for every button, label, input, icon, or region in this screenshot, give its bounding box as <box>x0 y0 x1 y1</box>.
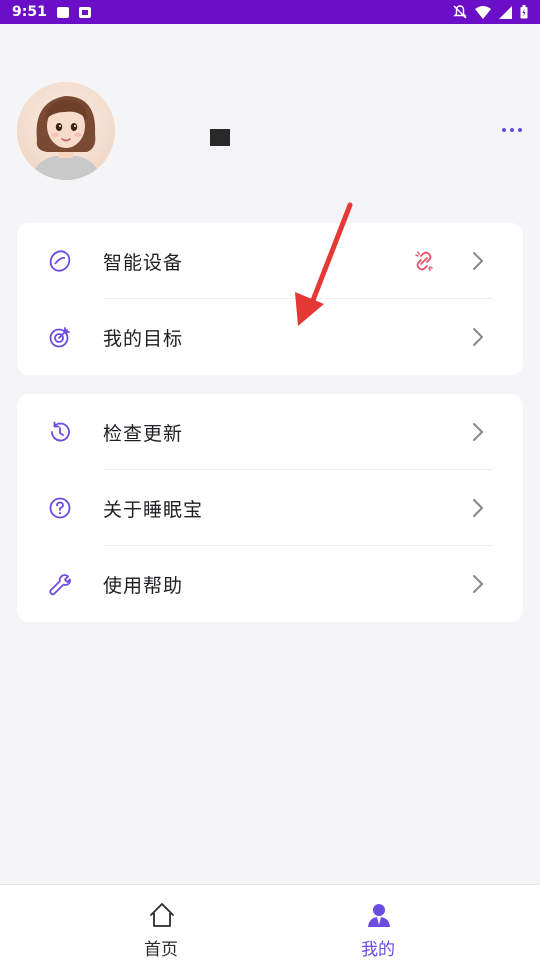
ring-device-icon <box>49 250 71 272</box>
status-bar: 9:51 <box>0 0 540 24</box>
target-icon <box>49 327 70 348</box>
menu-item-check-update[interactable]: 检查更新 <box>17 394 523 470</box>
link-broken-icon <box>415 251 433 271</box>
bottom-nav: 首页 我的 <box>0 884 540 960</box>
app-notification-icon <box>78 6 91 18</box>
tab-mine[interactable]: 我的 <box>318 885 438 960</box>
dot-icon <box>502 128 506 132</box>
menu-item-smart-device[interactable]: 智能设备 <box>17 223 523 299</box>
mute-icon <box>453 5 467 19</box>
avatar[interactable] <box>17 82 115 180</box>
gallery-notification-icon <box>56 6 69 18</box>
menu-item-label: 使用帮助 <box>103 574 184 597</box>
tab-home-label: 首页 <box>144 940 178 960</box>
dot-icon <box>510 128 514 132</box>
menu-item-label: 关于睡眠宝 <box>103 498 204 521</box>
profile-header <box>0 24 540 214</box>
tab-home[interactable]: 首页 <box>101 885 221 960</box>
wrench-icon <box>49 574 71 596</box>
menu-card-devices: 智能设备 我的目标 <box>17 223 523 375</box>
menu-item-label: 我的目标 <box>103 327 184 350</box>
menu-item-label: 检查更新 <box>103 422 184 445</box>
user-icon <box>368 904 390 927</box>
status-time: 9:51 <box>12 4 47 20</box>
chevron-right-icon <box>473 328 483 346</box>
menu-item-help[interactable]: 使用帮助 <box>17 546 523 622</box>
chevron-right-icon <box>473 575 483 593</box>
help-circle-icon <box>49 497 71 519</box>
history-icon <box>51 421 70 442</box>
username <box>210 129 230 146</box>
chevron-right-icon <box>473 499 483 517</box>
more-options-button[interactable] <box>498 121 526 139</box>
chevron-right-icon <box>473 423 483 441</box>
menu-item-about[interactable]: 关于睡眠宝 <box>17 470 523 546</box>
wifi-icon <box>475 5 491 19</box>
menu-item-label: 智能设备 <box>103 251 184 274</box>
tab-mine-label: 我的 <box>361 940 395 960</box>
chevron-right-icon <box>473 252 483 270</box>
signal-icon <box>499 5 512 19</box>
home-icon <box>150 903 174 927</box>
menu-card-app: 检查更新 关于睡眠宝 使用帮助 <box>17 394 523 622</box>
battery-icon <box>520 5 528 19</box>
menu-item-my-goal[interactable]: 我的目标 <box>17 299 523 375</box>
dot-icon <box>518 128 522 132</box>
